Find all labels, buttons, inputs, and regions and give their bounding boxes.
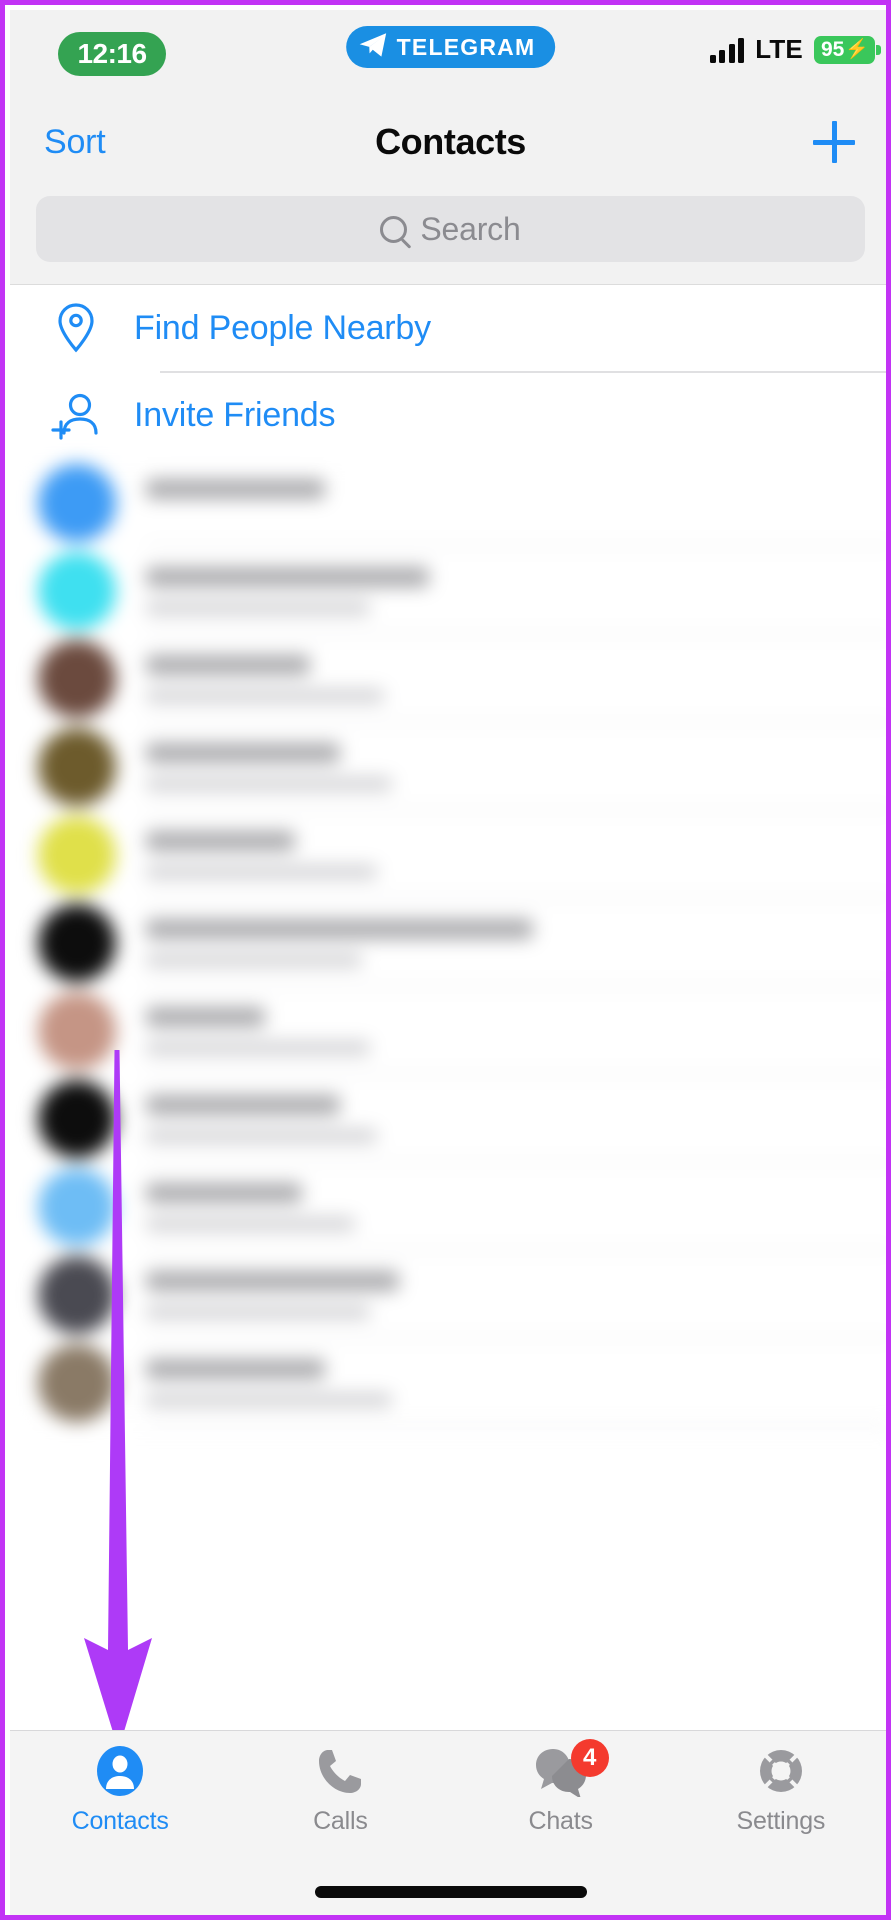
avatar [38, 1343, 116, 1422]
telegram-app-badge: TELEGRAM [345, 26, 556, 68]
contact-status [146, 688, 385, 703]
contact-row[interactable] [10, 634, 886, 723]
contact-name [146, 918, 534, 939]
location-pin-icon [46, 302, 106, 354]
contact-name [146, 566, 430, 587]
phone-screen: 12:16 TELEGRAM LTE 95 ⚡ Sort Contacts Se… [10, 10, 886, 1915]
contact-text [146, 1094, 886, 1143]
contact-name [146, 1094, 340, 1115]
avatar [38, 1255, 116, 1334]
tab-settings[interactable]: Settings [671, 1743, 886, 1861]
avatar [38, 727, 116, 806]
contact-row[interactable] [10, 1074, 886, 1163]
contact-row[interactable] [10, 546, 886, 635]
status-bar: 12:16 TELEGRAM LTE 95 ⚡ [10, 10, 886, 98]
avatar [38, 551, 116, 630]
contact-row[interactable] [10, 810, 886, 899]
contact-text [146, 566, 886, 615]
contact-list[interactable] [10, 458, 886, 1427]
person-filled-icon [95, 1743, 145, 1799]
contact-status [146, 1128, 377, 1143]
contact-row[interactable] [10, 898, 886, 987]
contact-name [146, 478, 325, 499]
contact-row[interactable] [10, 986, 886, 1075]
contact-name [146, 654, 310, 675]
status-time: 12:16 [58, 32, 166, 76]
avatar [38, 1079, 116, 1158]
contact-status [146, 1216, 355, 1231]
gear-icon [754, 1743, 808, 1799]
avatar [38, 815, 116, 894]
screenshot-frame: 12:16 TELEGRAM LTE 95 ⚡ Sort Contacts Se… [0, 0, 891, 1920]
telegram-app-badge-label: TELEGRAM [396, 33, 536, 60]
status-indicators: LTE 95 ⚡ [709, 34, 882, 65]
contact-row[interactable] [10, 1162, 886, 1251]
tab-contacts-label: Contacts [71, 1807, 169, 1835]
contact-name [146, 830, 295, 851]
contact-status [146, 864, 377, 879]
battery-percent-label: 95 [820, 37, 845, 61]
search-input[interactable]: Search [36, 196, 865, 262]
contact-text [146, 478, 886, 527]
contact-name [146, 1270, 400, 1291]
invite-friends-row[interactable]: Invite Friends [10, 372, 886, 459]
contact-status [146, 776, 392, 791]
tab-bar: Contacts Calls 4 Chats Settings [10, 1730, 886, 1915]
contact-text [146, 918, 886, 967]
contact-text [146, 1006, 886, 1055]
telegram-plane-icon [358, 32, 388, 63]
avatar [38, 1167, 116, 1246]
tab-chats[interactable]: 4 Chats [451, 1739, 671, 1861]
navigation-bar: Sort Contacts [10, 98, 886, 186]
contact-text [146, 1270, 886, 1319]
contact-status [146, 1392, 392, 1407]
contact-name [146, 742, 340, 763]
avatar [38, 903, 116, 982]
contact-name [146, 1006, 266, 1027]
contact-row[interactable] [10, 722, 886, 811]
chats-unread-badge: 4 [570, 1739, 609, 1777]
phone-icon [315, 1743, 365, 1799]
network-type-label: LTE [755, 34, 803, 64]
row-divider [146, 1425, 886, 1427]
contact-status [146, 1304, 370, 1319]
avatar [38, 639, 116, 718]
avatar [38, 991, 116, 1070]
find-people-nearby-row[interactable]: Find People Nearby [10, 285, 886, 371]
contact-text [146, 1182, 886, 1231]
contact-name [146, 1358, 325, 1379]
tab-contacts[interactable]: Contacts [10, 1743, 230, 1861]
search-placeholder: Search [420, 210, 521, 247]
contact-row[interactable] [10, 458, 886, 547]
contact-text [146, 830, 886, 879]
cellular-signal-icon [709, 37, 745, 63]
battery-indicator: 95 ⚡ [813, 35, 882, 64]
invite-friends-label: Invite Friends [134, 396, 336, 434]
contact-status [146, 1040, 370, 1055]
contact-status [146, 952, 363, 967]
contact-text [146, 1358, 886, 1407]
contact-name [146, 1182, 303, 1203]
chat-bubbles-icon: 4 [533, 1739, 609, 1799]
bolt-icon: ⚡ [845, 39, 869, 60]
contact-text [146, 654, 886, 703]
page-title: Contacts [375, 121, 526, 162]
plus-icon[interactable] [813, 121, 855, 163]
contact-status [146, 600, 370, 615]
search-icon [380, 215, 408, 243]
tab-calls[interactable]: Calls [230, 1743, 450, 1861]
find-people-nearby-label: Find People Nearby [134, 308, 431, 347]
tab-calls-label: Calls [313, 1807, 368, 1835]
contact-text [146, 742, 886, 791]
search-section: Search [10, 186, 886, 285]
avatar [38, 463, 116, 542]
person-add-icon [46, 391, 106, 441]
contact-row[interactable] [10, 1250, 886, 1339]
home-indicator [314, 1886, 587, 1898]
tab-chats-label: Chats [528, 1807, 593, 1835]
contact-row[interactable] [10, 1338, 886, 1427]
tab-settings-label: Settings [736, 1807, 826, 1835]
